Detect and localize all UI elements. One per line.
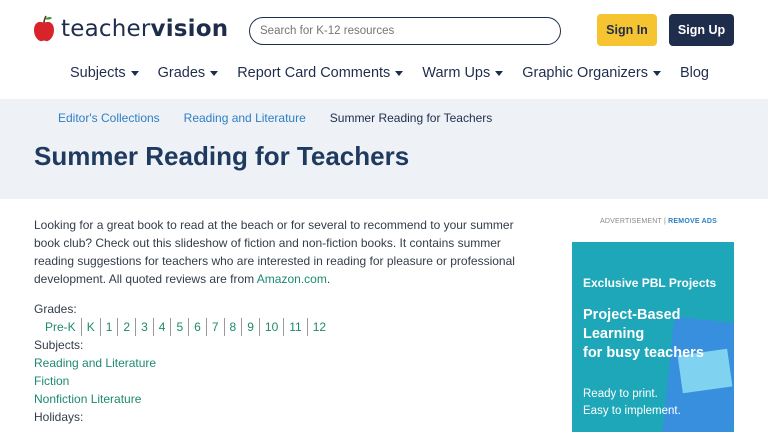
grade-link[interactable]: 6 bbox=[189, 318, 207, 336]
amazon-link[interactable]: Amazon.com bbox=[257, 272, 327, 286]
intro-end: . bbox=[326, 272, 331, 286]
nav-label: Blog bbox=[679, 65, 709, 81]
nav-item-report-card-comments[interactable]: Report Card Comments bbox=[237, 65, 404, 81]
ad-main-line: Learning bbox=[583, 326, 645, 342]
breadcrumb-editors-collections[interactable]: Editor's Collections bbox=[58, 111, 160, 125]
nav-item-graphic-organizers[interactable]: Graphic Organizers bbox=[522, 65, 661, 81]
logo-wordmark: teachervision bbox=[61, 16, 228, 42]
grade-link[interactable]: 5 bbox=[171, 318, 190, 336]
ad-label: ADVERTISEMENT | REMOVE ADS bbox=[600, 218, 717, 225]
teachervision-logo[interactable]: teachervision bbox=[33, 14, 228, 44]
ad-sub-line: Easy to implement. bbox=[583, 405, 681, 417]
subject-link-nonfiction-literature[interactable]: Nonfiction Literature bbox=[34, 390, 534, 408]
caret-down-icon bbox=[495, 70, 504, 76]
main-content: Looking for a great book to read at the … bbox=[34, 216, 534, 426]
remove-ads-link[interactable]: REMOVE ADS bbox=[668, 218, 717, 225]
caret-down-icon bbox=[130, 70, 139, 76]
grade-link[interactable]: 3 bbox=[136, 318, 154, 336]
search-input[interactable] bbox=[249, 17, 561, 45]
subjects-label: Subjects: bbox=[34, 338, 84, 352]
ad-main-copy: Project-Based Learning for busy teachers bbox=[583, 306, 704, 363]
title-band: Editor's Collections Reading and Literat… bbox=[0, 99, 768, 199]
grade-link[interactable]: 10 bbox=[260, 318, 285, 336]
grade-link[interactable]: 2 bbox=[118, 318, 137, 336]
grade-link[interactable]: 11 bbox=[284, 318, 308, 336]
nav-item-subjects[interactable]: Subjects bbox=[70, 65, 139, 81]
caret-down-icon bbox=[652, 70, 661, 76]
main-nav: Subjects Grades Report Card Comments War… bbox=[70, 62, 728, 84]
nav-label: Warm Ups bbox=[422, 65, 491, 81]
grades-list: Pre-K K 1 2 3 4 5 6 7 8 9 10 11 12 bbox=[40, 318, 534, 336]
ad-sub-copy: Ready to print. Easy to implement. bbox=[583, 386, 681, 420]
ad-sub-line: Ready to print. bbox=[583, 388, 658, 400]
nav-label: Subjects bbox=[70, 65, 126, 81]
ad-main-line: for busy teachers bbox=[583, 345, 704, 361]
grade-link[interactable]: 7 bbox=[207, 318, 225, 336]
nav-item-warm-ups[interactable]: Warm Ups bbox=[422, 65, 504, 81]
breadcrumb-current: Summer Reading for Teachers bbox=[329, 111, 493, 125]
logo-bold-text: vision bbox=[150, 16, 229, 42]
caret-down-icon bbox=[395, 70, 404, 76]
nav-item-blog[interactable]: Blog bbox=[680, 65, 709, 81]
nav-label: Graphic Organizers bbox=[522, 65, 648, 81]
caret-down-icon bbox=[210, 70, 219, 76]
grade-link[interactable]: Pre-K bbox=[40, 318, 82, 336]
breadcrumb: Editor's Collections Reading and Literat… bbox=[58, 111, 492, 125]
ad-headline: Exclusive PBL Projects bbox=[583, 276, 717, 290]
ad-main-line: Project-Based bbox=[583, 307, 681, 323]
page-title: Summer Reading for Teachers bbox=[34, 141, 410, 171]
grade-link[interactable]: 8 bbox=[225, 318, 243, 336]
grade-link[interactable]: 9 bbox=[242, 318, 260, 336]
grade-link[interactable]: 4 bbox=[154, 318, 172, 336]
grade-link[interactable]: 12 bbox=[308, 318, 331, 336]
grade-link[interactable]: 1 bbox=[101, 318, 119, 336]
holidays-label: Holidays: bbox=[34, 410, 84, 424]
nav-label: Report Card Comments bbox=[237, 65, 391, 81]
grade-link[interactable]: K bbox=[82, 318, 101, 336]
logo-light-text: teacher bbox=[61, 16, 151, 42]
site-header: teachervision Sign In Sign Up bbox=[0, 0, 768, 60]
sign-up-button[interactable]: Sign Up bbox=[669, 14, 734, 46]
apple-logo-icon bbox=[33, 15, 55, 43]
pbl-advertisement[interactable]: Exclusive PBL Projects Project-Based Lea… bbox=[572, 242, 734, 432]
intro-paragraph: Looking for a great book to read at the … bbox=[34, 216, 534, 288]
nav-item-grades[interactable]: Grades bbox=[158, 65, 219, 81]
grades-label: Grades: bbox=[34, 302, 77, 316]
breadcrumb-reading-and-literature[interactable]: Reading and Literature bbox=[184, 111, 306, 125]
nav-label: Grades bbox=[157, 65, 206, 81]
subject-link-reading-and-literature[interactable]: Reading and Literature bbox=[34, 354, 534, 372]
sign-in-button[interactable]: Sign In bbox=[597, 14, 657, 46]
advertisement-text: ADVERTISEMENT bbox=[600, 218, 662, 225]
subject-link-fiction[interactable]: Fiction bbox=[34, 372, 534, 390]
